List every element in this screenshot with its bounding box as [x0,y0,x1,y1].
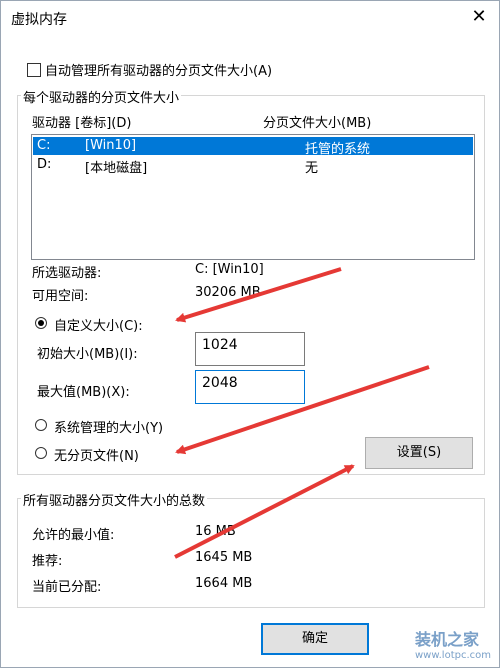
watermark-text: 装机之家 [415,630,480,649]
arrow-to-set-button [174,464,355,559]
arrow-to-no-paging [175,365,430,455]
annotation-arrows [174,267,430,559]
watermark: 装机之家 www.lotpc.com [415,626,491,661]
arrow-to-custom-size [175,267,342,323]
watermark-url: www.lotpc.com [415,650,491,661]
virtual-memory-dialog: 虚拟内存 ✕ 自动管理所有驱动器的分页文件大小(A) 每个驱动器的分页文件大小 … [0,0,500,668]
